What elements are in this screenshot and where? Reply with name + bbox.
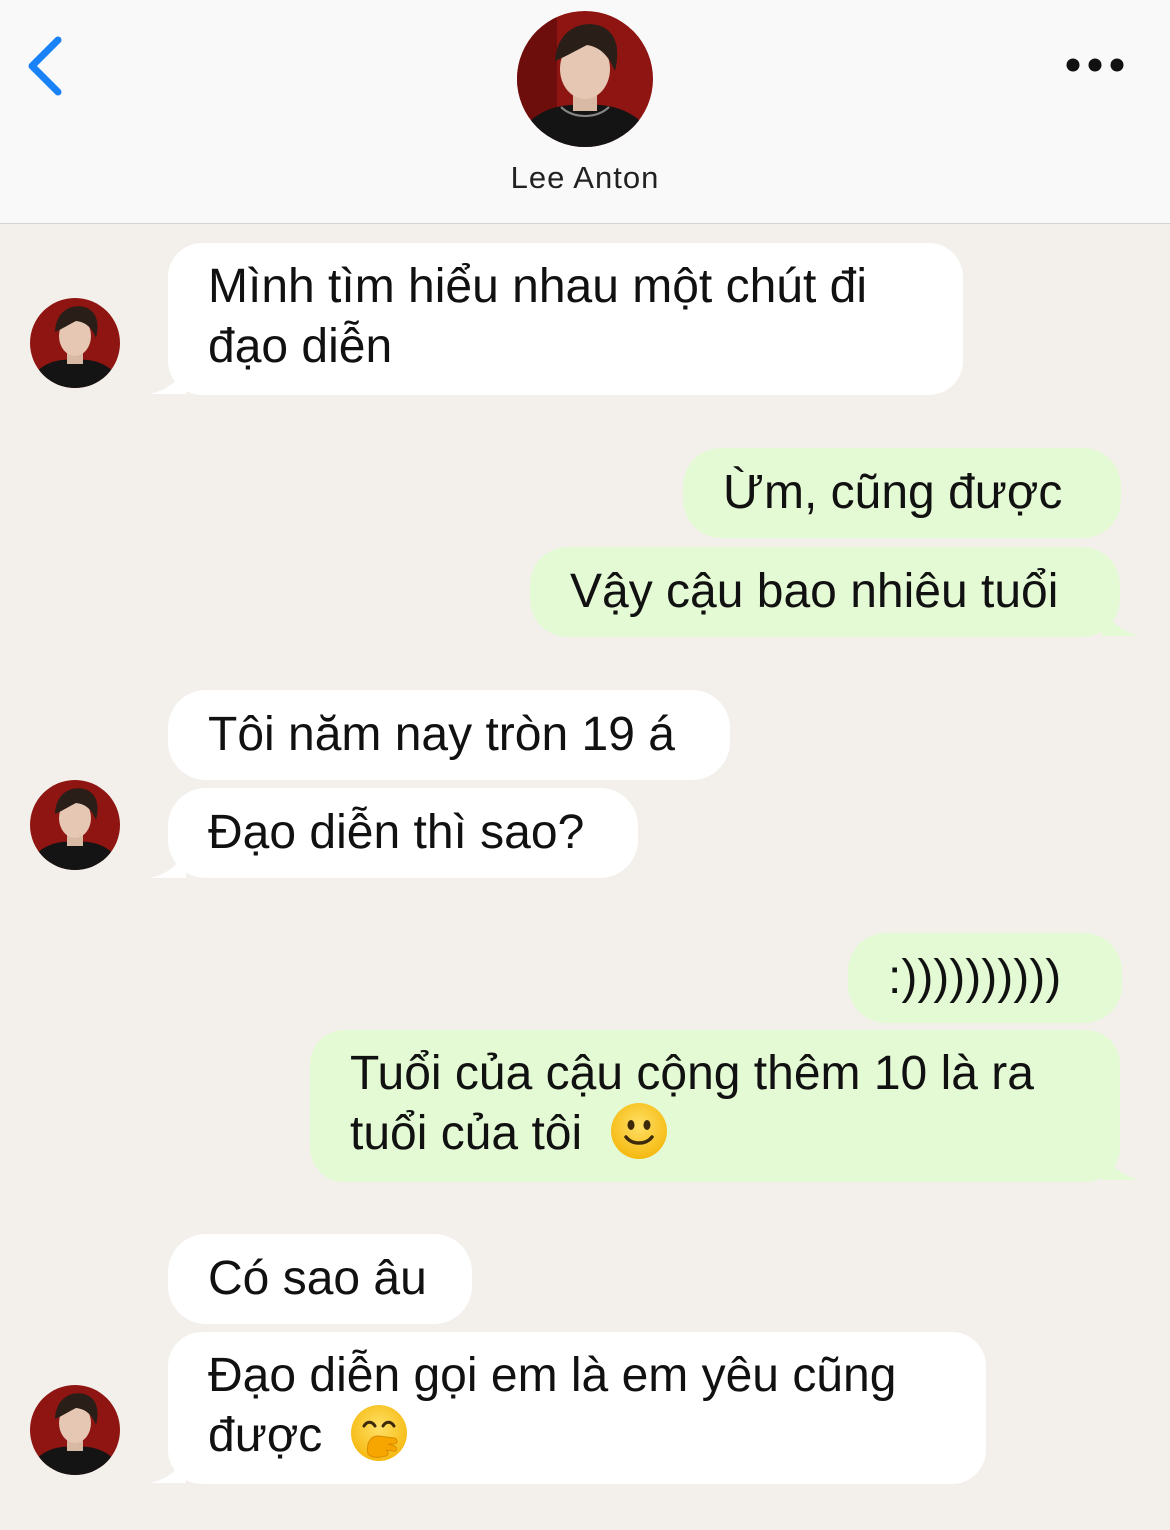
message-text: Tôi năm nay tròn 19 á	[208, 708, 675, 761]
message-bubble-outgoing[interactable]: Ừm, cũng được	[683, 448, 1121, 538]
message-bubble-incoming[interactable]: Có sao âu	[168, 1234, 472, 1324]
message-text: :))))))))))	[888, 951, 1062, 1004]
message-text: Ừm, cũng được	[723, 466, 1063, 519]
more-options-button[interactable]	[1062, 50, 1132, 80]
contact-avatar-small[interactable]	[30, 298, 120, 388]
message-text: Mình tìm hiểu nhau một chút đi	[208, 260, 868, 313]
message-text: Tuổi của cậu cộng thêm 10 là ra	[350, 1047, 1034, 1100]
contact-name[interactable]: Lee Anton	[0, 160, 1170, 196]
contact-avatar[interactable]	[517, 11, 653, 147]
message-text: tuổi của tôi	[350, 1107, 583, 1160]
message-text: Đạo diễn gọi em là em yêu cũng	[208, 1349, 897, 1402]
slightly-smiling-face-icon	[610, 1103, 667, 1160]
message-bubble-outgoing[interactable]: :))))))))))	[848, 933, 1122, 1023]
message-text: đạo diễn	[208, 320, 393, 373]
back-button[interactable]	[22, 34, 70, 98]
message-bubble-outgoing[interactable]: Tuổi của cậu cộng thêm 10 là ra tuổi của…	[310, 1030, 1120, 1182]
chat-header: Lee Anton	[0, 0, 1170, 224]
message-text: Đạo diễn thì sao?	[208, 806, 585, 859]
message-text: được	[208, 1409, 323, 1462]
chevron-left-icon	[28, 36, 62, 96]
message-text: Có sao âu	[208, 1252, 427, 1305]
ellipsis-icon	[1066, 58, 1124, 72]
message-bubble-incoming[interactable]: Tôi năm nay tròn 19 á	[168, 690, 730, 780]
message-bubble-incoming[interactable]: Đạo diễn thì sao?	[168, 788, 638, 878]
contact-avatar-small[interactable]	[30, 1385, 120, 1475]
message-bubble-incoming[interactable]: Đạo diễn gọi em là em yêu cũng được	[168, 1332, 986, 1484]
message-bubble-incoming[interactable]: Mình tìm hiểu nhau một chút đi đạo diễn	[168, 243, 963, 395]
message-text: Vậy cậu bao nhiêu tuổi	[570, 565, 1059, 618]
face-with-hand-over-mouth-icon	[350, 1405, 407, 1462]
contact-avatar-small[interactable]	[30, 780, 120, 870]
message-bubble-outgoing[interactable]: Vậy cậu bao nhiêu tuổi	[530, 547, 1120, 637]
